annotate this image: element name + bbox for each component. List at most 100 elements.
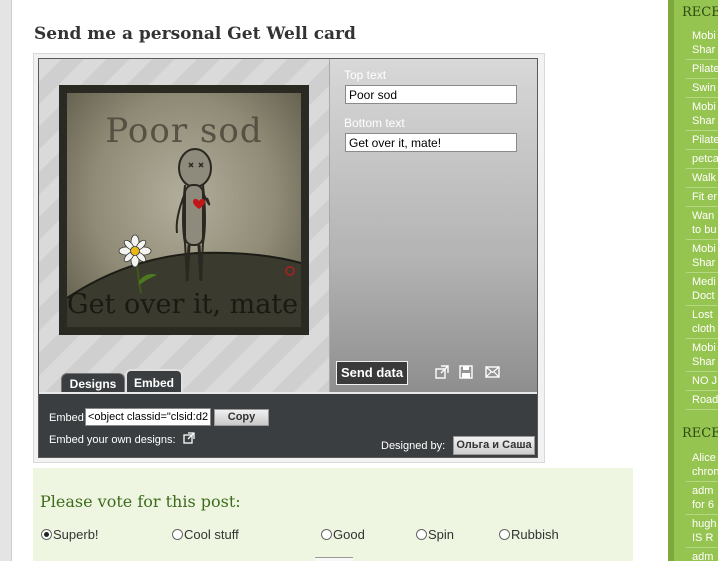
separator	[686, 514, 718, 515]
bottom-text-input[interactable]	[345, 133, 517, 152]
left-frame-strip	[0, 0, 12, 561]
radio-button[interactable]	[172, 529, 183, 540]
embed-own-designs-label: Embed your own designs:	[49, 434, 176, 446]
recent-post-item[interactable]: NO J	[692, 374, 717, 388]
separator	[686, 481, 718, 482]
email-icon[interactable]	[484, 365, 500, 381]
recent-post-item[interactable]: Road	[692, 393, 718, 407]
recent-post-item-line: Shar	[692, 44, 716, 56]
separator	[686, 78, 718, 79]
recent-comment-item-line: hugh	[692, 518, 717, 530]
separator	[686, 206, 718, 207]
save-icon[interactable]	[458, 365, 474, 381]
separator	[686, 409, 718, 410]
designed-by-label: Designed by:	[381, 440, 446, 452]
card-artwork: Poor sod Get over it, mate!	[67, 93, 301, 327]
external-link-icon[interactable]	[183, 432, 195, 447]
recent-post-item[interactable]: Swin	[692, 81, 716, 95]
recent-post-item-line: Swin	[692, 82, 716, 94]
separator	[686, 239, 718, 240]
embed-code-input[interactable]	[85, 408, 211, 426]
vote-title: Please vote for this post:	[40, 492, 241, 511]
vote-option-good[interactable]: Good	[321, 527, 365, 542]
card-widget: Poor sod Get over it, mate! Top text Bot…	[38, 58, 538, 458]
recent-post-item-line: Pilate	[692, 134, 718, 146]
recent-comment-item-line: IS R	[692, 532, 714, 544]
copy-button[interactable]: Copy	[214, 409, 269, 426]
recent-post-item-line: Shar	[692, 356, 716, 368]
recent-post-item[interactable]: Mobi Shar	[692, 29, 716, 57]
tab-designs[interactable]: Designs	[61, 373, 125, 393]
vote-option-rubbish[interactable]: Rubbish	[499, 527, 559, 542]
separator	[686, 149, 718, 150]
separator	[686, 371, 718, 372]
recent-comment-item-line: adm	[692, 485, 714, 497]
recent-post-item[interactable]: Lost cloth	[692, 308, 715, 336]
recent-post-item-line: Doct	[692, 290, 715, 302]
recent-post-item[interactable]: Pilate	[692, 62, 718, 76]
recent-post-item[interactable]: Pilate	[692, 133, 718, 147]
vote-option-label: Cool stuff	[184, 527, 239, 542]
designer-link-button[interactable]: Ольга и Саша	[453, 436, 535, 455]
recent-post-item-line: Lost	[692, 309, 713, 321]
top-text-label: Top text	[344, 68, 387, 82]
popout-icon[interactable]	[434, 365, 450, 381]
recent-post-item[interactable]: Mobi Shar	[692, 242, 716, 270]
recent-post-item[interactable]: Wan to bu	[692, 209, 716, 237]
recent-post-item-line: Mobi	[692, 243, 716, 255]
sidebar-gutter	[640, 0, 670, 561]
recent-comment-item[interactable]: hugh IS R	[692, 517, 716, 545]
embed-label: Embed:	[49, 412, 87, 424]
recent-post-item[interactable]: Mobi Shar	[692, 100, 716, 128]
recent-comments-heading: RECEN	[682, 426, 718, 441]
recent-comment-item-line: for 6	[692, 499, 715, 511]
recent-post-item-line: Mobi	[692, 30, 716, 42]
radio-button[interactable]	[41, 529, 52, 540]
vote-submit-edge[interactable]	[315, 557, 353, 561]
recent-post-item[interactable]: Medi Doct	[692, 275, 716, 303]
recent-post-item[interactable]: Fit er	[692, 190, 717, 204]
recent-post-item-line: petca	[692, 153, 718, 165]
post-title: Send me a personal Get Well card	[34, 24, 356, 44]
recent-comment-item[interactable]: adm	[692, 550, 713, 561]
recent-posts-heading: RECEN	[682, 5, 718, 20]
top-text-input[interactable]	[345, 85, 517, 104]
recent-post-item-line: Medi	[692, 276, 716, 288]
vote-option-superb[interactable]: Superb!	[41, 527, 99, 542]
recent-post-item-line: Shar	[692, 257, 716, 269]
vote-option-label: Good	[333, 527, 365, 542]
send-data-button[interactable]: Send data	[336, 361, 408, 385]
vote-option-label: Superb!	[53, 527, 99, 542]
card-preview: Poor sod Get over it, mate!	[59, 85, 309, 335]
recent-comment-item[interactable]: adm for 6	[692, 484, 714, 512]
recent-post-item-line: Pilate	[692, 63, 718, 75]
separator	[686, 130, 718, 131]
recent-comment-item-line: adm	[692, 551, 714, 561]
recent-comment-item[interactable]: Alice chron	[692, 451, 718, 479]
tab-embed[interactable]: Embed	[125, 369, 183, 393]
recent-post-item-line: Mobi	[692, 342, 716, 354]
recent-post-item[interactable]: Mobi Shar	[692, 341, 716, 369]
divider	[39, 392, 537, 394]
card-preview-panel: Poor sod Get over it, mate!	[39, 59, 330, 393]
recent-post-item[interactable]: Walk	[692, 171, 716, 185]
radio-button[interactable]	[416, 529, 427, 540]
vote-option-label: Rubbish	[511, 527, 559, 542]
vote-option-spin[interactable]: Spin	[416, 527, 454, 542]
separator	[686, 390, 718, 391]
separator	[686, 59, 718, 60]
controls-panel: Top text Bottom text	[330, 59, 537, 393]
recent-post-item-line: NO J	[692, 375, 718, 387]
radio-button[interactable]	[499, 529, 510, 540]
bottom-text-label: Bottom text	[344, 116, 405, 130]
card-top-text: Poor sod	[105, 111, 263, 151]
vote-option-cool-stuff[interactable]: Cool stuff	[172, 527, 239, 542]
recent-post-item-line: cloth	[692, 323, 716, 335]
vote-panel: Please vote for this post: Superb! Cool …	[33, 468, 633, 561]
recent-comment-item-line: chron	[692, 466, 718, 478]
radio-button[interactable]	[321, 529, 332, 540]
separator	[686, 547, 718, 548]
sidebar: RECEN Mobi Shar Pilate Swin Mobi Shar Pilate pe…	[674, 0, 718, 561]
separator	[686, 338, 718, 339]
recent-post-item[interactable]: petca	[692, 152, 718, 166]
